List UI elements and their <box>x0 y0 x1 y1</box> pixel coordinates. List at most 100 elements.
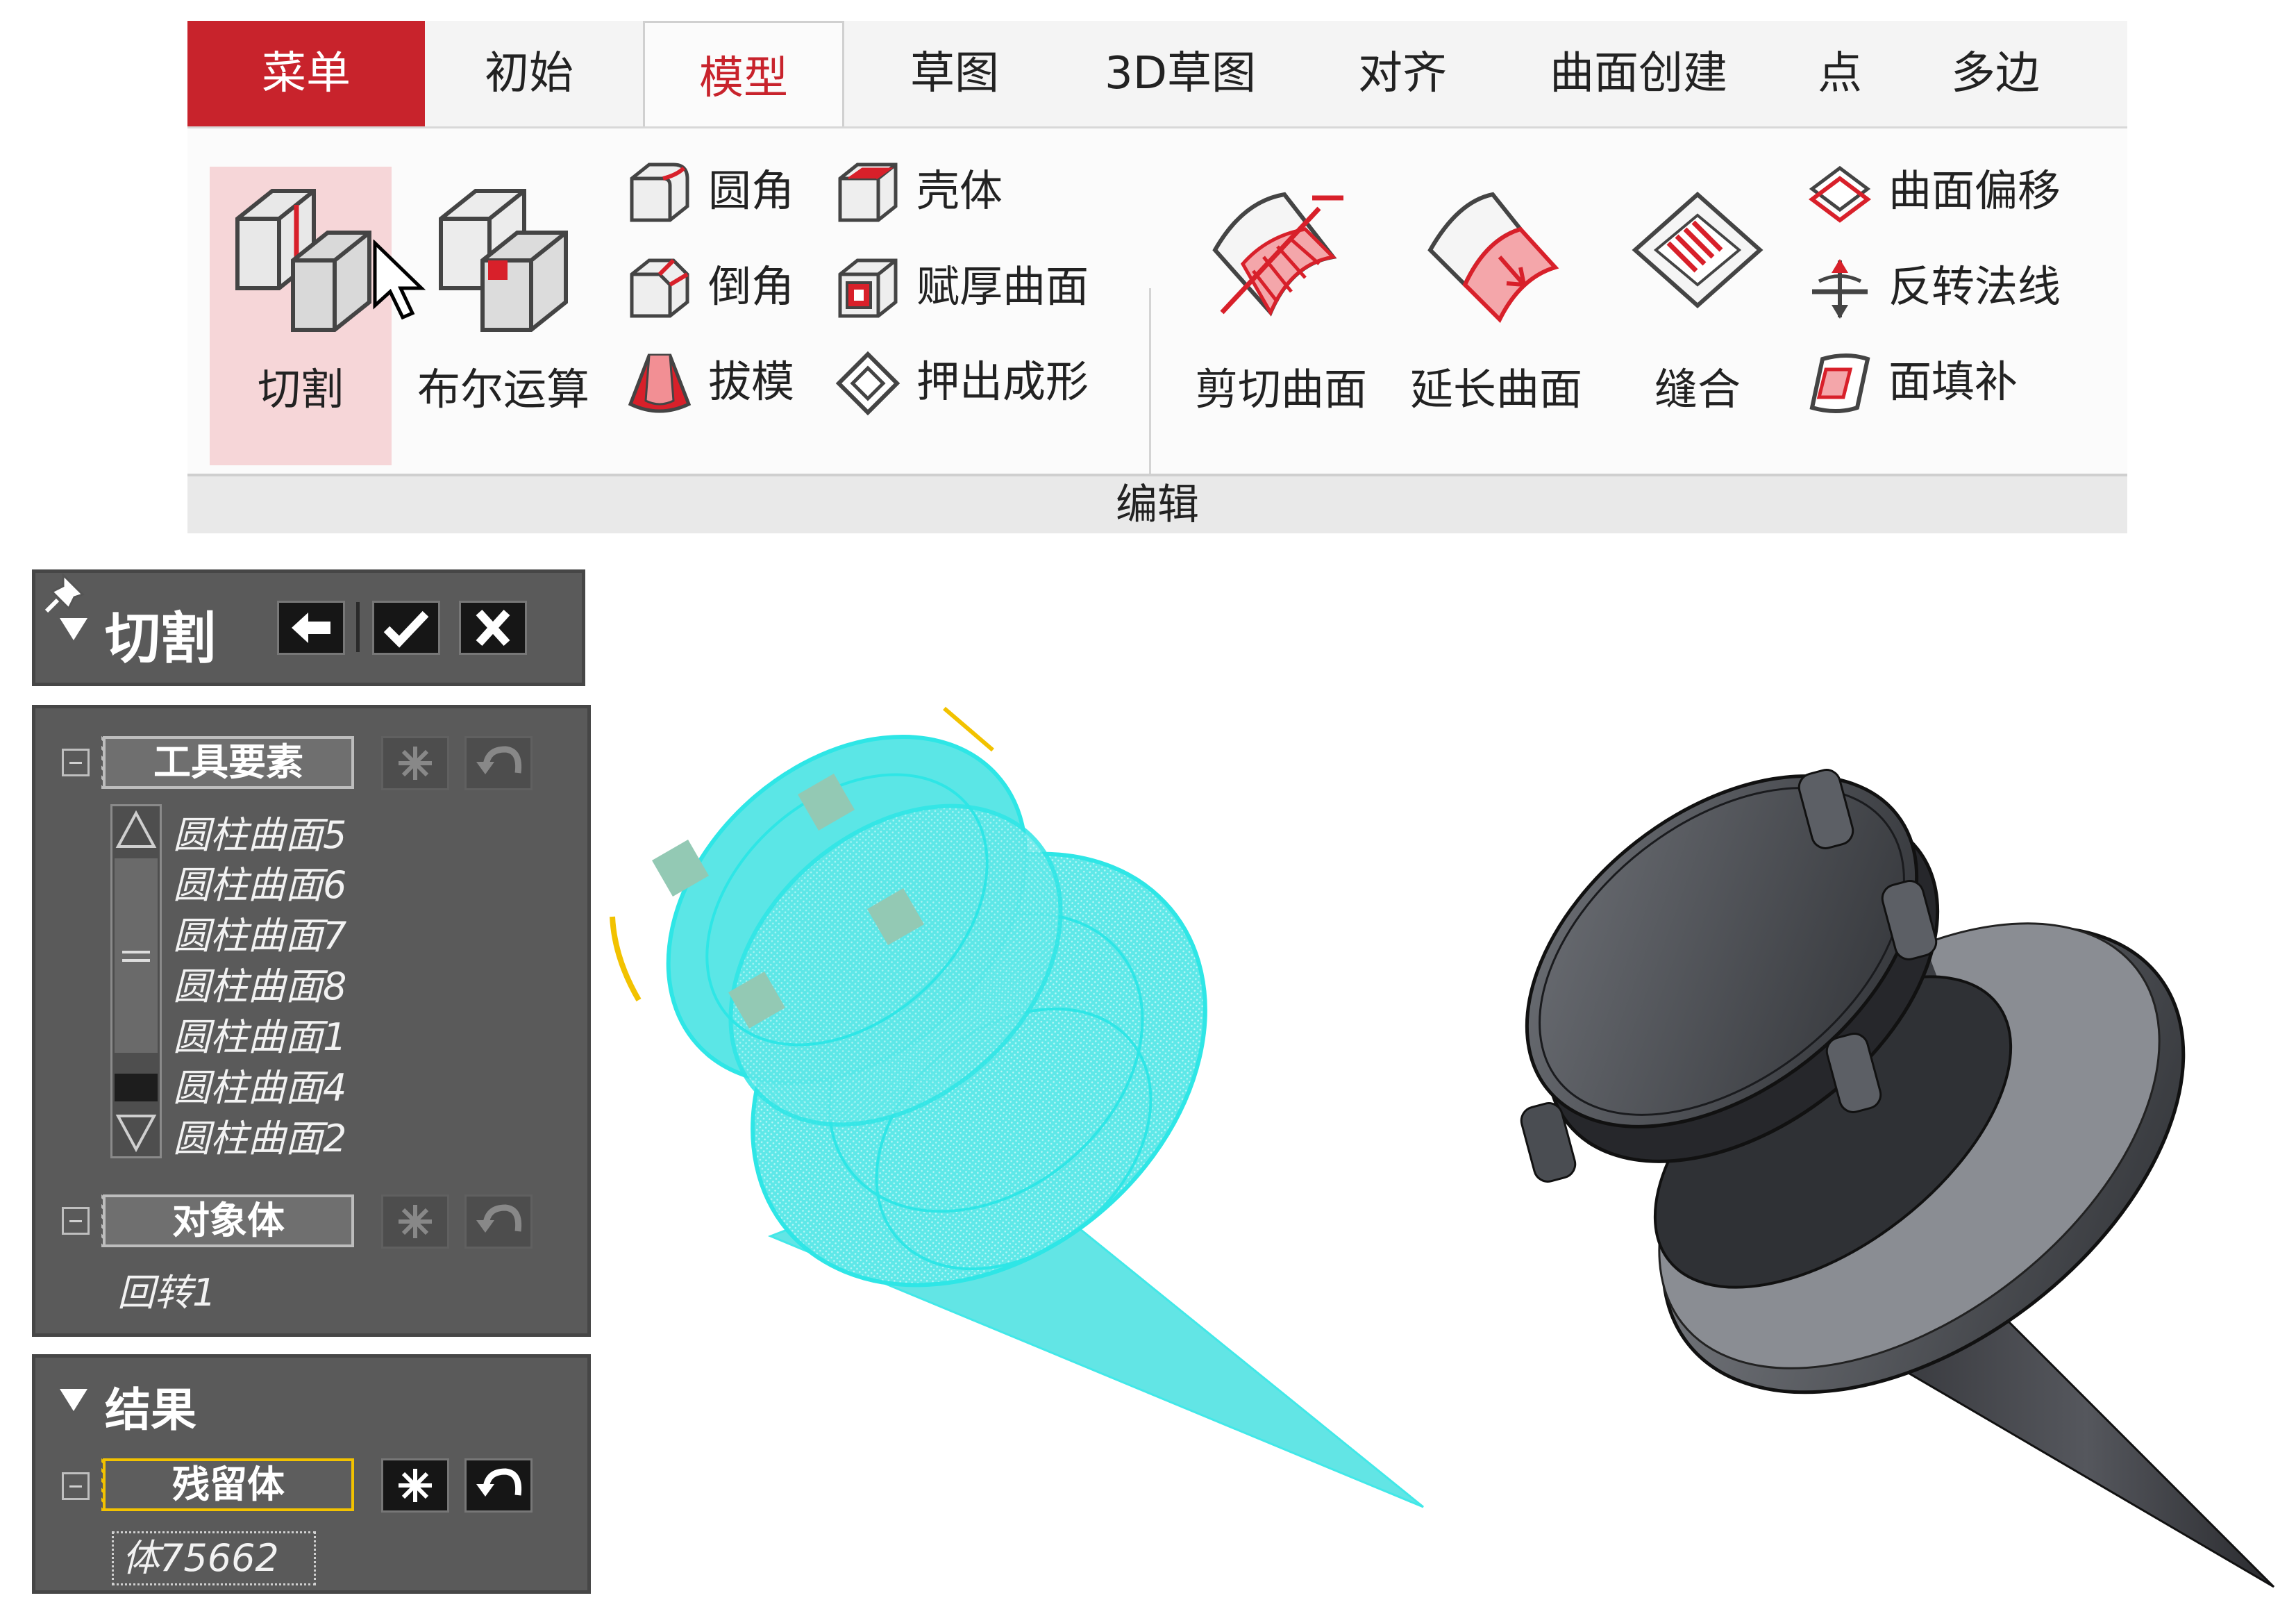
fill-face-icon <box>1809 353 1870 413</box>
tab-align[interactable]: 对齐 <box>1309 21 1496 126</box>
tool-section-field[interactable]: 工具要素 <box>103 736 354 789</box>
scroll-thumb[interactable] <box>115 858 158 1053</box>
list-item[interactable]: 圆柱曲面1 <box>173 1006 346 1061</box>
fill-face-button[interactable]: 面填补 <box>1805 340 2111 424</box>
ribbon: 菜单 初始 模型 草图 3D草图 对齐 曲面创建 点 多边 切割 布尔运算 圆角… <box>187 21 2127 533</box>
tool-section-undo-button[interactable] <box>464 736 533 790</box>
keep-section-field[interactable]: 残留体 <box>103 1458 354 1511</box>
keep-section-expander[interactable] <box>62 1472 90 1500</box>
ribbon-group-footer: 编辑 <box>187 474 2127 533</box>
cancel-button[interactable] <box>459 601 527 655</box>
reverse-normal-button[interactable]: 反转法线 <box>1805 245 2111 328</box>
check-icon <box>383 610 429 648</box>
inputs-panel: 工具要素 圆柱曲面5 圆柱曲面6 圆柱曲面7 圆柱曲面8 圆柱曲面1 圆柱曲面4… <box>32 705 591 1337</box>
extend-surface-label: 延长曲面 <box>1409 364 1582 415</box>
fillet-button[interactable]: 圆角 <box>625 149 826 233</box>
target-section-expander[interactable] <box>62 1207 90 1235</box>
confirm-button[interactable] <box>372 601 440 655</box>
keep-section-undo-button[interactable] <box>464 1458 533 1513</box>
reverse-normal-label: 反转法线 <box>1888 261 2061 312</box>
solid-result-model <box>1520 769 2275 1588</box>
chamfer-icon <box>630 258 689 318</box>
cut-label: 切割 <box>257 364 344 415</box>
shell-label: 壳体 <box>916 165 1003 216</box>
target-section-highlight-button[interactable] <box>381 1194 449 1249</box>
undo-icon <box>476 1204 522 1233</box>
keep-section-highlight-button[interactable] <box>381 1458 449 1513</box>
tool-list-scrollbar[interactable] <box>110 804 162 1158</box>
ribbon-tabbar: 菜单 初始 模型 草图 3D草图 对齐 曲面创建 点 多边 <box>187 21 2127 139</box>
tab-menu[interactable]: 菜单 <box>187 21 425 126</box>
fill-face-label: 面填补 <box>1888 356 2018 407</box>
list-item[interactable]: 圆柱曲面2 <box>173 1108 346 1163</box>
list-item[interactable]: 圆柱曲面7 <box>173 905 346 960</box>
draft-button[interactable]: 拔模 <box>625 340 826 424</box>
shell-button[interactable]: 壳体 <box>833 149 1125 233</box>
arrow-left-icon <box>292 613 330 643</box>
offset-surface-label: 曲面偏移 <box>1888 165 2061 216</box>
sparkle-icon <box>399 1205 432 1238</box>
emboss-button[interactable]: 押出成形 <box>833 340 1125 424</box>
fillet-label: 圆角 <box>708 165 795 216</box>
cut-icon <box>235 189 371 332</box>
shell-icon <box>838 163 898 222</box>
collapse-triangle-icon[interactable] <box>56 611 91 646</box>
chamfer-button[interactable]: 倒角 <box>625 245 826 328</box>
trim-surface-icon <box>1212 192 1343 317</box>
stitch-icon <box>1632 191 1763 309</box>
chamfer-label: 倒角 <box>708 261 795 312</box>
thicken-icon <box>838 258 898 318</box>
stitch-button[interactable]: 缝合 <box>1611 167 1784 465</box>
command-title: 切割 <box>105 606 216 671</box>
scroll-down-icon[interactable] <box>112 1109 160 1156</box>
tab-polygon[interactable]: 多边 <box>1916 21 2127 126</box>
tab-3d-sketch[interactable]: 3D草图 <box>1066 21 1295 126</box>
boolean-label: 布尔运算 <box>417 364 589 415</box>
reverse-normal-icon <box>1812 259 1868 319</box>
thicken-label: 赋厚曲面 <box>916 261 1089 312</box>
draft-label: 拔模 <box>708 356 795 407</box>
result-body-item[interactable]: 体75662 <box>112 1531 316 1585</box>
boolean-button[interactable]: 布尔运算 <box>399 167 607 465</box>
draft-icon <box>628 353 692 413</box>
target-section-undo-button[interactable] <box>464 1194 533 1249</box>
scroll-grip-line <box>122 951 150 953</box>
extend-surface-button[interactable]: 延长曲面 <box>1392 167 1600 465</box>
tab-point[interactable]: 点 <box>1784 21 1895 126</box>
list-item[interactable]: 圆柱曲面5 <box>173 804 346 859</box>
fillet-icon <box>630 163 689 222</box>
trim-surface-button[interactable]: 剪切曲面 <box>1173 167 1389 465</box>
boolean-icon <box>439 189 568 332</box>
tab-sketch[interactable]: 草图 <box>854 21 1055 126</box>
list-item[interactable]: 圆柱曲面8 <box>173 956 346 1010</box>
offset-surface-icon <box>1809 165 1871 223</box>
target-section-field[interactable]: 对象体 <box>103 1194 354 1247</box>
thicken-button[interactable]: 赋厚曲面 <box>833 245 1125 328</box>
close-icon <box>476 609 510 647</box>
tool-section-highlight-button[interactable] <box>381 736 449 790</box>
list-item[interactable]: 圆柱曲面6 <box>173 854 346 909</box>
result-panel: 结果 残留体 体75662 <box>32 1354 591 1594</box>
tab-initial[interactable]: 初始 <box>425 21 633 126</box>
cut-command-panel: 切割 <box>32 569 585 686</box>
collapse-triangle-icon[interactable] <box>56 1382 91 1417</box>
wireframe-preview-model <box>610 706 1424 1508</box>
scroll-grip-line <box>122 959 150 962</box>
sparkle-icon <box>399 1469 432 1502</box>
stitch-label: 缝合 <box>1654 364 1741 415</box>
offset-surface-button[interactable]: 曲面偏移 <box>1805 149 2111 233</box>
list-item[interactable]: 回转1 <box>117 1262 216 1317</box>
toolbar-divider <box>356 602 360 652</box>
scroll-up-icon[interactable] <box>112 806 160 853</box>
undo-icon <box>476 1468 522 1497</box>
trim-surface-label: 剪切曲面 <box>1194 364 1367 415</box>
back-button[interactable] <box>277 601 345 655</box>
undo-icon <box>476 746 522 774</box>
tab-surface-create[interactable]: 曲面创建 <box>1503 21 1774 126</box>
tool-section-expander[interactable] <box>62 749 90 776</box>
ribbon-tools: 切割 布尔运算 圆角 倒角 拔模 壳体 赋厚曲面 押出成形 剪切曲面 延长曲面 … <box>187 126 2127 533</box>
tab-model[interactable]: 模型 <box>643 21 844 139</box>
list-item[interactable]: 圆柱曲面4 <box>173 1057 346 1112</box>
scroll-track-mark <box>115 1074 158 1101</box>
cut-button[interactable]: 切割 <box>210 167 392 465</box>
